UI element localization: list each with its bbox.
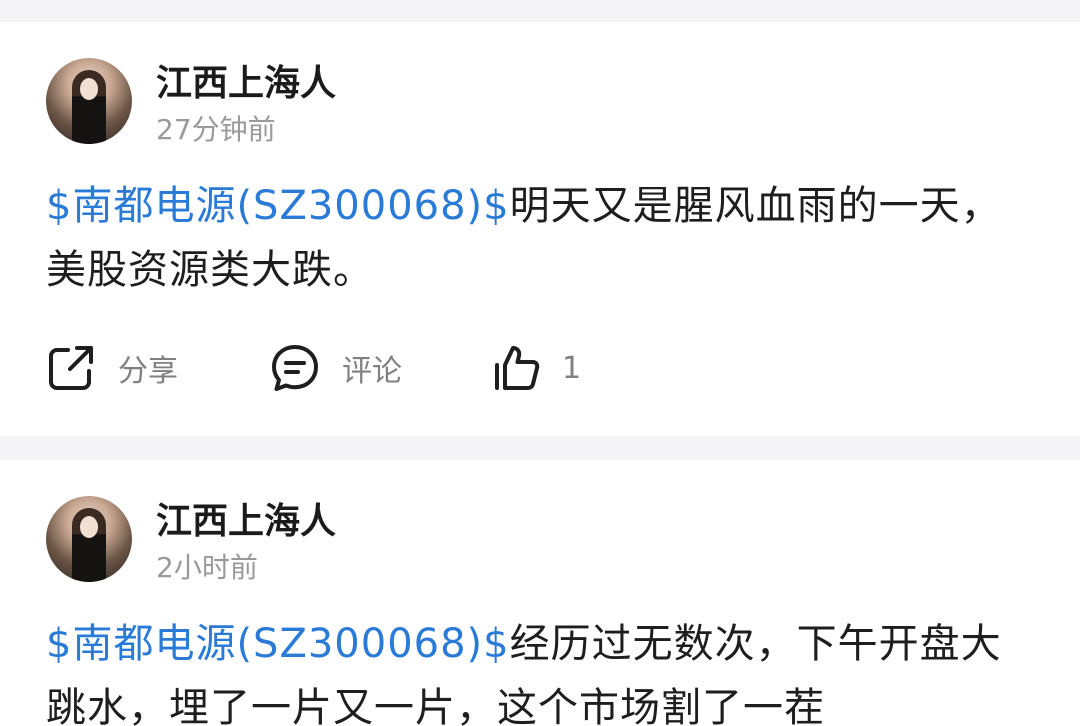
author-name[interactable]: 江西上海人 — [156, 500, 336, 544]
comment-label: 评论 — [342, 354, 402, 389]
avatar[interactable] — [46, 496, 132, 582]
avatar-face — [80, 516, 98, 538]
author-name[interactable]: 江西上海人 — [156, 62, 336, 106]
post-body[interactable]: $南都电源(SZ300068)$经历过无数次，下午开盘大跳水，埋了一片又一片，这… — [46, 612, 1034, 726]
avatar-face — [80, 78, 98, 100]
share-button[interactable]: 分享 — [46, 343, 270, 393]
top-spacer — [0, 0, 1080, 22]
post-actions: 分享 评论 1 — [46, 338, 1034, 398]
stock-link[interactable]: $南都电源(SZ300068)$ — [46, 621, 510, 667]
stock-link[interactable]: $南都电源(SZ300068)$ — [46, 183, 510, 229]
comment-button[interactable]: 评论 — [270, 343, 492, 393]
post-meta: 江西上海人 2小时前 — [156, 496, 336, 586]
post-card[interactable]: 江西上海人 27分钟前 $南都电源(SZ300068)$明天又是腥风血雨的一天，… — [0, 22, 1080, 436]
post-time: 27分钟前 — [156, 113, 276, 146]
share-icon — [49, 346, 93, 390]
post-meta: 江西上海人 27分钟前 — [156, 58, 336, 148]
post-time: 2小时前 — [156, 551, 258, 584]
post-header: 江西上海人 2小时前 — [46, 460, 1034, 586]
card-separator — [0, 436, 1080, 460]
post-header: 江西上海人 27分钟前 — [46, 22, 1034, 148]
comment-icon — [272, 345, 318, 391]
share-label: 分享 — [118, 354, 178, 389]
post-body[interactable]: $南都电源(SZ300068)$明天又是腥风血雨的一天，美股资源类大跌。 — [46, 174, 1034, 302]
like-button[interactable]: 1 — [492, 343, 581, 393]
thumbs-up-icon — [495, 346, 540, 390]
like-count: 1 — [562, 350, 582, 386]
post-feed: 江西上海人 27分钟前 $南都电源(SZ300068)$明天又是腥风血雨的一天，… — [0, 0, 1080, 726]
post-card[interactable]: 江西上海人 2小时前 $南都电源(SZ300068)$经历过无数次，下午开盘大跳… — [0, 460, 1080, 726]
avatar[interactable] — [46, 58, 132, 144]
